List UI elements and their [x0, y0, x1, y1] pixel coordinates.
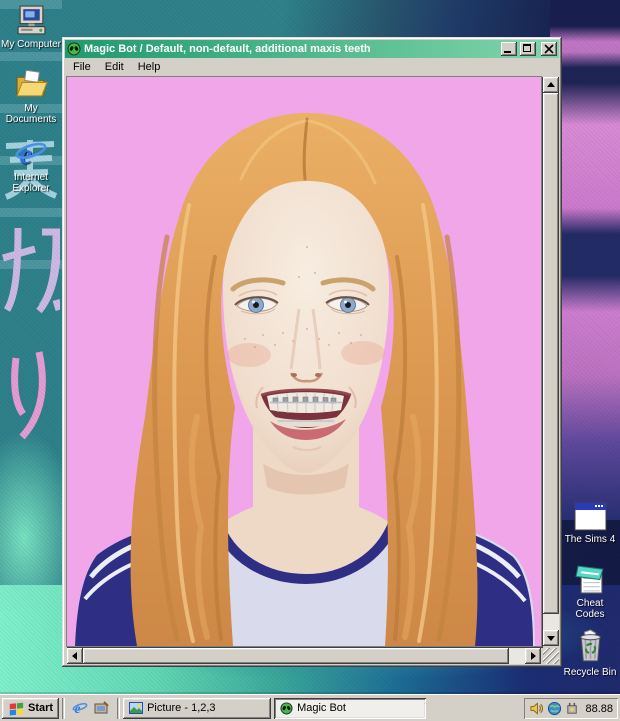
desktop: My Computer My Documents e Internet Expl…: [0, 0, 620, 721]
desktop-icon-label: Recycle Bin: [564, 667, 617, 678]
window-titlebar[interactable]: Magic Bot / Default, non-default, additi…: [65, 40, 559, 58]
scroll-left-button[interactable]: [67, 648, 83, 664]
portrait-image: [67, 77, 541, 646]
svg-text:e: e: [75, 701, 81, 716]
desktop-icon-internet-explorer[interactable]: e Internet Explorer: [1, 136, 61, 194]
notepad-icon: [574, 563, 607, 596]
magic-bot-window: Magic Bot / Default, non-default, additi…: [62, 37, 562, 667]
menu-file[interactable]: File: [66, 60, 98, 74]
desktop-icon-the-sims-4[interactable]: The Sims 4: [561, 502, 619, 545]
task-label: Picture - 1,2,3: [147, 702, 215, 714]
window-content: [65, 75, 559, 664]
desktop-icon-my-computer[interactable]: My Computer: [1, 4, 61, 50]
maximize-icon: [523, 44, 531, 52]
alien-icon: [280, 702, 293, 715]
taskbar-divider: [117, 698, 120, 719]
start-label: Start: [28, 702, 53, 714]
picture-icon: [129, 702, 143, 714]
resize-grip[interactable]: [543, 648, 559, 664]
desktop-icon-label: My Documents: [1, 103, 61, 125]
network-icon[interactable]: [547, 701, 562, 716]
desktop-icon-label: My Computer: [1, 39, 61, 50]
my-documents-icon: [15, 68, 48, 101]
scroll-right-button[interactable]: [525, 648, 541, 664]
windows-logo-icon: [8, 701, 24, 716]
menu-bar: File Edit Help: [65, 58, 559, 75]
close-button[interactable]: [541, 42, 557, 56]
scroll-up-button[interactable]: [543, 77, 559, 93]
start-button[interactable]: Start: [2, 698, 59, 719]
desktop-icon-label: The Sims 4: [565, 534, 616, 545]
arrow-up-icon: [547, 82, 555, 87]
desktop-icon-my-documents[interactable]: My Documents: [1, 68, 61, 125]
my-computer-icon: [15, 4, 48, 37]
vertical-scroll-thumb[interactable]: [543, 93, 559, 614]
desktop-icon-cheat-codes[interactable]: Cheat Codes: [561, 563, 619, 620]
horizontal-scrollbar[interactable]: [67, 648, 541, 664]
menu-edit[interactable]: Edit: [98, 60, 131, 74]
arrow-down-icon: [547, 636, 555, 641]
taskbar-clock[interactable]: 88.88: [585, 703, 613, 715]
image-viewport: [67, 77, 541, 646]
window-title: Magic Bot / Default, non-default, additi…: [84, 43, 498, 55]
task-label: Magic Bot: [297, 702, 346, 714]
desktop-icon-label: Internet Explorer: [1, 172, 61, 194]
quick-launch: e: [68, 700, 114, 716]
system-tray: 88.88: [524, 698, 618, 719]
scroll-down-button[interactable]: [543, 630, 559, 646]
application-window-icon: [574, 502, 607, 532]
taskbar-divider: [62, 698, 65, 719]
desktop-icon-label: Cheat Codes: [561, 598, 619, 620]
volume-icon[interactable]: [529, 701, 544, 716]
alien-icon: [67, 42, 81, 56]
horizontal-scroll-thumb[interactable]: [83, 648, 509, 664]
close-icon: [543, 43, 555, 55]
maximize-button[interactable]: [520, 42, 536, 56]
menu-help[interactable]: Help: [131, 60, 168, 74]
arrow-right-icon: [531, 652, 536, 660]
minimize-icon: [504, 51, 511, 53]
power-icon[interactable]: [565, 701, 580, 716]
desktop-icon-recycle-bin[interactable]: Recycle Bin: [561, 629, 619, 678]
internet-explorer-icon: e: [14, 136, 48, 170]
taskbar: Start e Picture - 1,2,3: [0, 694, 620, 721]
vertical-scrollbar[interactable]: [543, 77, 559, 646]
internet-explorer-icon[interactable]: e: [72, 700, 88, 716]
recycle-bin-icon: [574, 629, 607, 665]
arrow-left-icon: [72, 652, 77, 660]
minimize-button[interactable]: [501, 42, 517, 56]
task-button-picture[interactable]: Picture - 1,2,3: [123, 698, 271, 719]
task-button-magic-bot[interactable]: Magic Bot: [274, 698, 426, 719]
svg-text:e: e: [19, 139, 32, 170]
show-desktop-icon[interactable]: [94, 700, 110, 716]
